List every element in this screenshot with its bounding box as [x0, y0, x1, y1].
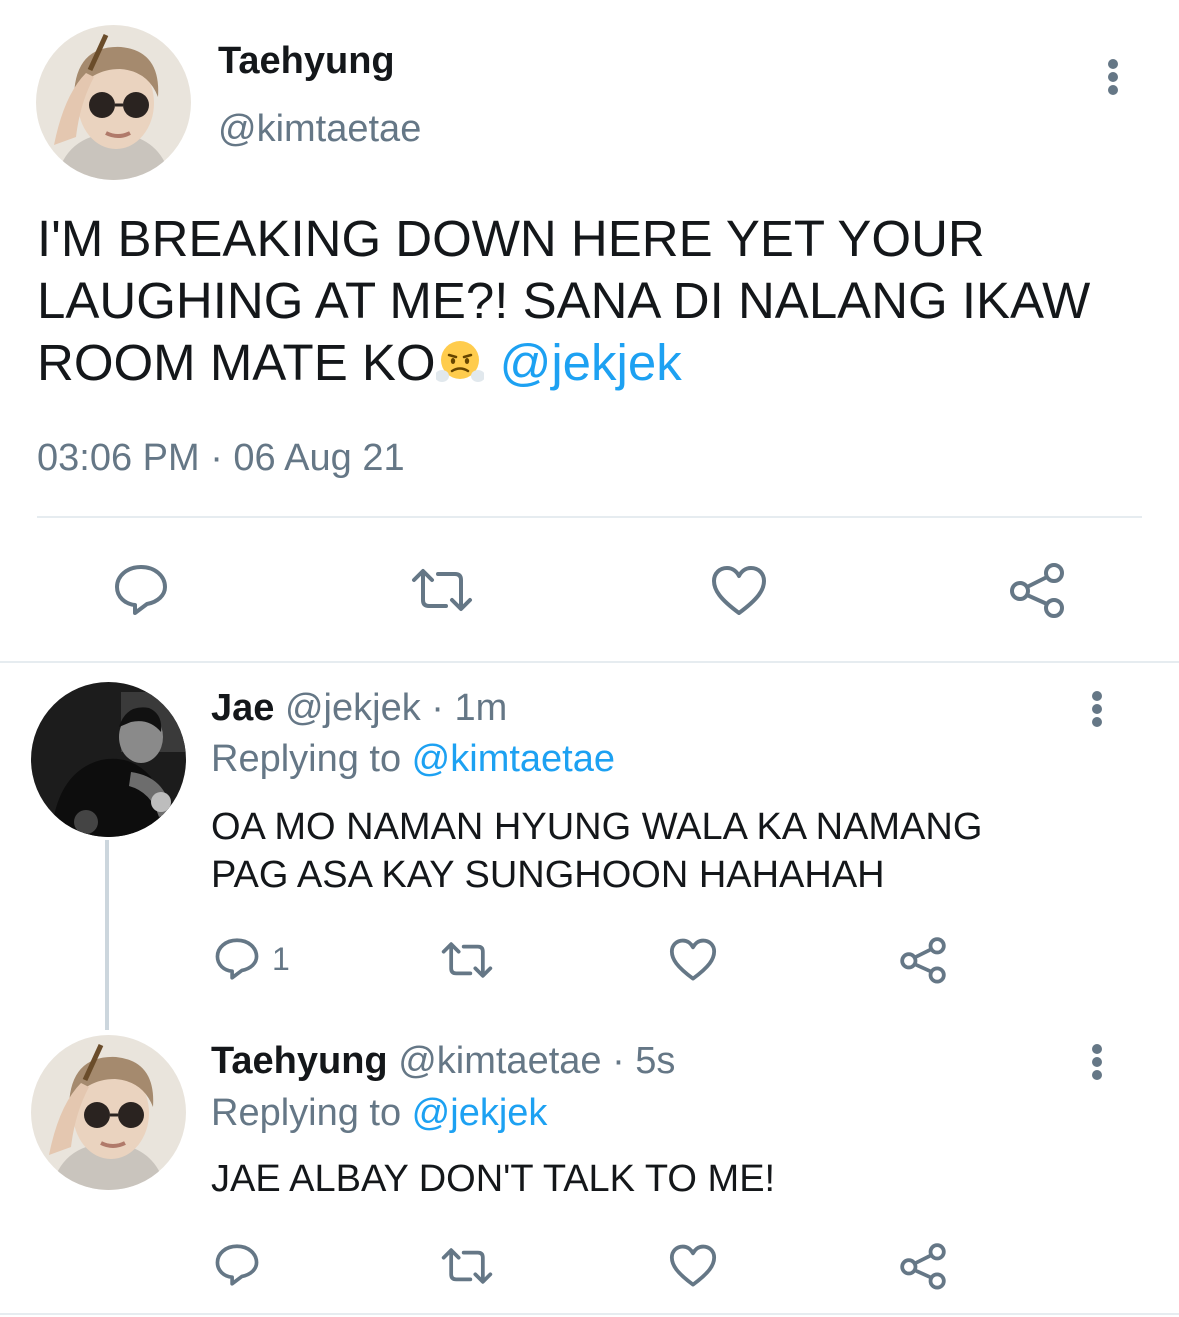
author-name[interactable]: Taehyung [218, 40, 395, 83]
reply-text: OA MO NAMAN HYUNG WALA KA NAMANG PAG ASA… [211, 803, 1111, 899]
author-name[interactable]: Taehyung [211, 1040, 388, 1082]
reply-text-line: PAG ASA KAY SUNGHOON HAHAHAH [211, 854, 885, 896]
retweet-icon[interactable] [410, 566, 474, 614]
reply-text-line: OA MO NAMAN HYUNG WALA KA NAMANG [211, 806, 983, 848]
retweet-icon[interactable] [440, 1246, 494, 1286]
tweet-text-line: LAUGHING AT ME?! SANA DI NALANG IKAW [37, 272, 1091, 329]
mention-link[interactable]: @jekjek [500, 334, 682, 391]
avatar[interactable] [36, 25, 191, 180]
mention-link[interactable]: @jekjek [412, 1092, 548, 1134]
more-options-icon[interactable] [1103, 56, 1127, 96]
tweet-text-segment: ROOM MATE KO [37, 334, 436, 391]
replying-to: Replying to @kimtaetae [211, 738, 615, 781]
divider [0, 661, 1179, 663]
reply-header: Taehyung @kimtaetae · 5s [211, 1040, 675, 1083]
avatar[interactable] [31, 1035, 186, 1190]
reply-header: Jae @jekjek · 1m [211, 687, 507, 730]
like-icon[interactable] [710, 565, 768, 617]
avatar[interactable] [31, 682, 186, 837]
divider [0, 1313, 1179, 1315]
author-meta[interactable]: @kimtaetae · 5s [398, 1040, 675, 1082]
tweet-timestamp[interactable]: 03:06 PM · 06 Aug 21 [37, 437, 405, 480]
reply-text-line: JAE ALBAY DON'T TALK TO ME! [211, 1158, 776, 1200]
mention-link[interactable]: @kimtaetae [412, 738, 615, 780]
share-icon[interactable] [898, 1242, 948, 1290]
author-name[interactable]: Jae [211, 687, 274, 729]
reply-count: 1 [272, 941, 290, 977]
reply-icon[interactable] [214, 1243, 260, 1287]
replying-to-label: Replying to [211, 738, 412, 780]
reply-text: JAE ALBAY DON'T TALK TO ME! [211, 1155, 1111, 1203]
replying-to-label: Replying to [211, 1092, 412, 1134]
author-handle[interactable]: @kimtaetae [218, 108, 421, 151]
share-icon[interactable] [898, 936, 948, 984]
more-options-icon[interactable] [1087, 1041, 1111, 1081]
tweet-thread-page: Taehyung @kimtaetae I'M BREAKING DOWN HE… [0, 0, 1179, 1317]
more-options-icon[interactable] [1087, 688, 1111, 728]
tweet-text-line: I'M BREAKING DOWN HERE YET YOUR [37, 210, 985, 267]
reply-icon[interactable] [214, 937, 260, 981]
like-icon[interactable] [668, 938, 718, 982]
reply-icon[interactable] [113, 563, 169, 617]
share-icon[interactable] [1007, 562, 1067, 618]
author-meta[interactable]: @jekjek · 1m [285, 687, 507, 729]
tweet-text-line: ROOM MATE KO @jekjek [37, 332, 1147, 394]
tweet-text: I'M BREAKING DOWN HERE YET YOUR LAUGHING… [37, 208, 1147, 394]
like-icon[interactable] [668, 1244, 718, 1288]
divider [37, 516, 1142, 518]
thread-connector [105, 840, 109, 1030]
steam-face-emoji-icon [434, 338, 485, 386]
retweet-icon[interactable] [440, 940, 494, 980]
replying-to: Replying to @jekjek [211, 1092, 547, 1135]
